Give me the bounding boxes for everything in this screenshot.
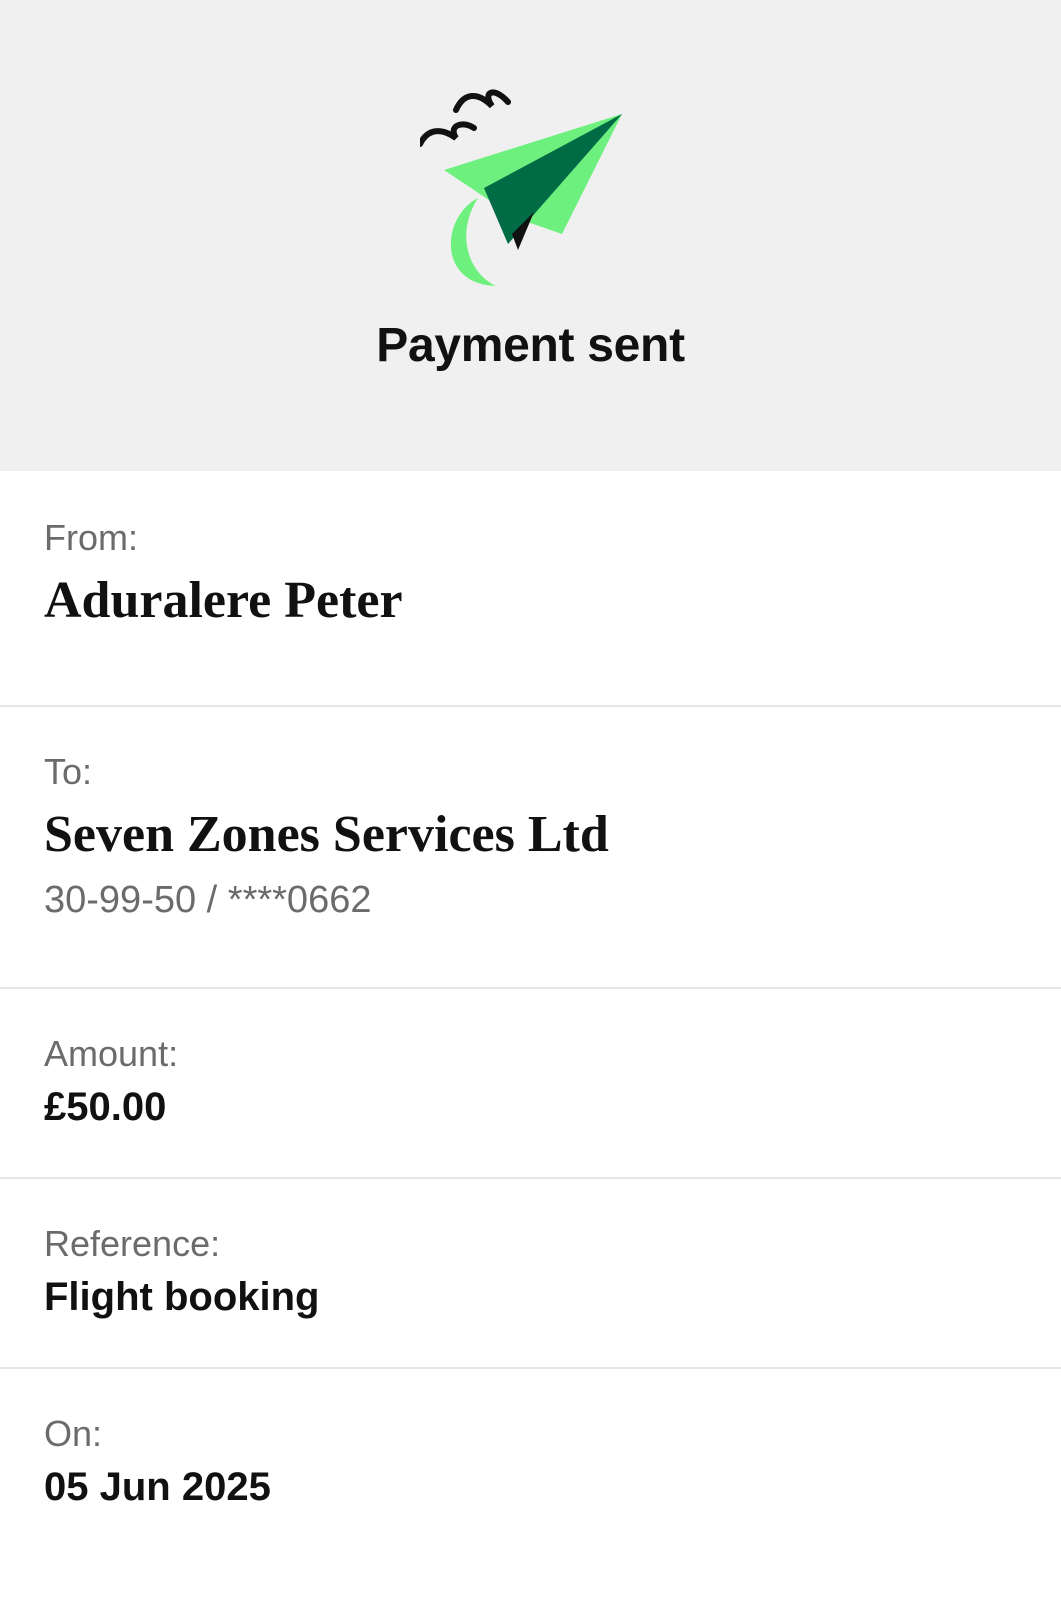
from-value: Aduralere Peter bbox=[44, 572, 403, 629]
reference-label: Reference: bbox=[44, 1223, 221, 1264]
date-value: 05 Jun 2025 bbox=[44, 1465, 271, 1509]
bird-icon bbox=[453, 89, 511, 113]
date-row: On: 05 Jun 2025 bbox=[0, 1369, 1061, 1600]
account-details: 30-99-50 / ****0662 bbox=[44, 879, 372, 921]
payment-header: Payment sent bbox=[0, 0, 1061, 471]
to-label: To: bbox=[44, 751, 93, 792]
swirl-trail bbox=[450, 198, 496, 286]
amount-row: Amount: £50.00 bbox=[0, 989, 1061, 1179]
amount-label: Amount: bbox=[44, 1033, 179, 1074]
payment-details: From: Aduralere Peter To: Seven Zones Se… bbox=[0, 471, 1061, 1600]
to-row: To: Seven Zones Services Ltd 30-99-50 / … bbox=[0, 707, 1061, 989]
date-label: On: bbox=[44, 1413, 103, 1454]
amount-value: £50.00 bbox=[44, 1085, 167, 1129]
reference-value: Flight booking bbox=[44, 1275, 320, 1319]
from-label: From: bbox=[44, 517, 138, 558]
paper-plane-icon bbox=[420, 89, 622, 286]
page-title: Payment sent bbox=[376, 319, 685, 372]
to-value: Seven Zones Services Ltd bbox=[44, 806, 609, 863]
from-row: From: Aduralere Peter bbox=[0, 471, 1061, 707]
bird-icon bbox=[420, 121, 477, 147]
reference-row: Reference: Flight booking bbox=[0, 1179, 1061, 1369]
